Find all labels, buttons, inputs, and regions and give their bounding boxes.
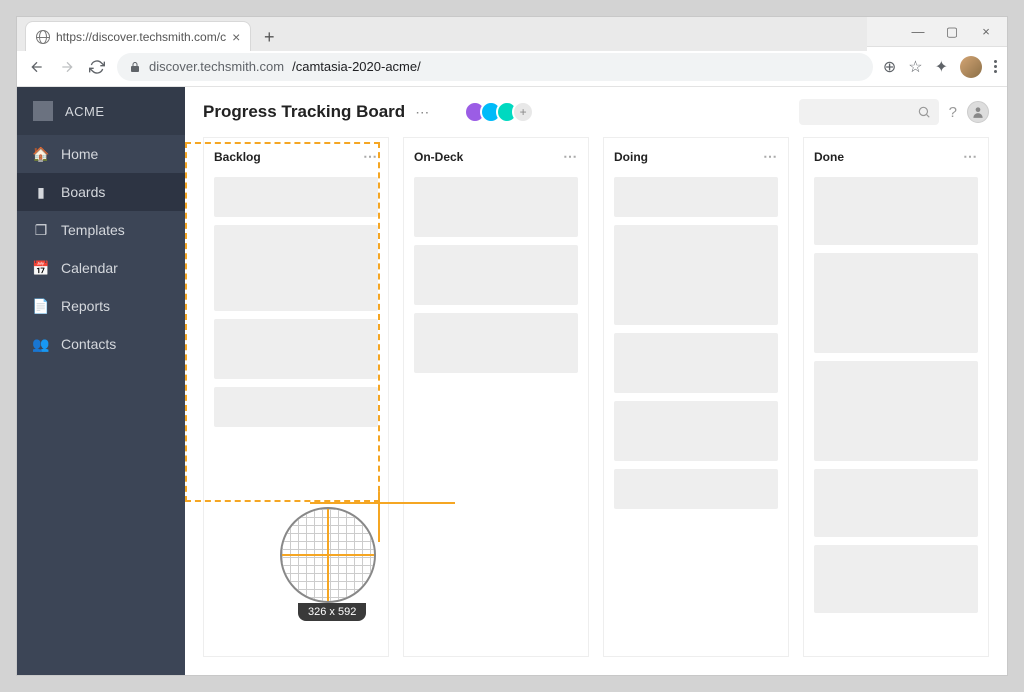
sidebar: ACME 🏠 Home ▮ Boards ❐ Templates 📅 Calen… xyxy=(17,87,185,675)
url-host: discover.techsmith.com xyxy=(149,59,284,74)
column-title: Doing xyxy=(614,150,648,164)
sidebar-item-label: Home xyxy=(61,146,98,162)
column-doing[interactable]: Doing ⋯ xyxy=(603,137,789,657)
card[interactable] xyxy=(214,387,378,427)
column-title: Done xyxy=(814,150,844,164)
sidebar-item-boards[interactable]: ▮ Boards xyxy=(17,173,185,211)
card[interactable] xyxy=(614,333,778,393)
column-title: On-Deck xyxy=(414,150,463,164)
card[interactable] xyxy=(814,177,978,245)
new-tab-button[interactable]: + xyxy=(255,23,283,51)
close-window-icon[interactable]: × xyxy=(969,17,1003,46)
close-tab-icon[interactable]: × xyxy=(232,29,240,45)
column-menu-icon[interactable]: ⋯ xyxy=(963,148,978,165)
sidebar-item-label: Reports xyxy=(61,298,110,314)
board-menu-icon[interactable]: ⋯ xyxy=(415,104,430,121)
card[interactable] xyxy=(414,245,578,305)
browser-menu-icon[interactable] xyxy=(994,60,997,73)
collaborators: + xyxy=(470,101,534,123)
sidebar-item-calendar[interactable]: 📅 Calendar xyxy=(17,249,185,287)
extensions-icon[interactable]: ✦ xyxy=(935,57,948,77)
add-collaborator-button[interactable]: + xyxy=(512,101,534,123)
minimize-icon[interactable]: — xyxy=(901,17,935,46)
card[interactable] xyxy=(614,177,778,217)
card[interactable] xyxy=(814,361,978,461)
sidebar-item-contacts[interactable]: 👥 Contacts xyxy=(17,325,185,363)
column-menu-icon[interactable]: ⋯ xyxy=(763,148,778,165)
contacts-icon: 👥 xyxy=(33,336,49,353)
calendar-icon: 📅 xyxy=(33,260,49,277)
maximize-icon[interactable]: ▢ xyxy=(935,17,969,46)
brand-logo-icon xyxy=(33,101,53,121)
column-ondeck[interactable]: On-Deck ⋯ xyxy=(403,137,589,657)
search-input[interactable] xyxy=(799,99,939,125)
card[interactable] xyxy=(814,545,978,613)
card[interactable] xyxy=(414,177,578,237)
brand-name: ACME xyxy=(65,104,105,119)
help-icon[interactable]: ? xyxy=(949,104,957,121)
dimensions-label: 326 x 592 xyxy=(298,603,366,621)
sidebar-item-label: Contacts xyxy=(61,336,116,352)
user-icon[interactable] xyxy=(967,101,989,123)
url-field[interactable]: discover.techsmith.com/camtasia-2020-acm… xyxy=(117,53,873,81)
reload-icon[interactable] xyxy=(87,57,107,77)
board-title: Progress Tracking Board xyxy=(203,102,405,122)
card[interactable] xyxy=(214,319,378,379)
kanban-board: Backlog ⋯ On-Deck ⋯ Doing ⋯ xyxy=(185,137,1007,675)
tab-strip: https://discover.techsmith.com/c × + xyxy=(17,17,867,51)
lock-icon xyxy=(129,61,141,73)
address-bar: discover.techsmith.com/camtasia-2020-acm… xyxy=(17,47,1007,87)
card[interactable] xyxy=(614,225,778,325)
sidebar-item-label: Templates xyxy=(61,222,125,238)
column-title: Backlog xyxy=(214,150,261,164)
column-menu-icon[interactable]: ⋯ xyxy=(363,148,378,165)
brand-header[interactable]: ACME xyxy=(17,87,185,135)
search-icon xyxy=(917,105,931,119)
card[interactable] xyxy=(414,313,578,373)
card[interactable] xyxy=(614,469,778,509)
reports-icon: 📄 xyxy=(33,298,49,315)
card[interactable] xyxy=(614,401,778,461)
forward-icon[interactable] xyxy=(57,57,77,77)
app-content: ACME 🏠 Home ▮ Boards ❐ Templates 📅 Calen… xyxy=(17,87,1007,675)
boards-icon: ▮ xyxy=(33,184,49,201)
card[interactable] xyxy=(814,253,978,353)
url-path: /camtasia-2020-acme/ xyxy=(292,59,421,74)
board-topbar: Progress Tracking Board ⋯ + ? xyxy=(185,87,1007,137)
main-pane: Progress Tracking Board ⋯ + ? xyxy=(185,87,1007,675)
card[interactable] xyxy=(214,177,378,217)
sidebar-item-home[interactable]: 🏠 Home xyxy=(17,135,185,173)
back-icon[interactable] xyxy=(27,57,47,77)
home-icon: 🏠 xyxy=(33,146,49,163)
globe-icon xyxy=(36,30,50,44)
star-icon[interactable]: ☆ xyxy=(908,57,922,77)
tab-title: https://discover.techsmith.com/c xyxy=(56,30,226,44)
column-done[interactable]: Done ⋯ xyxy=(803,137,989,657)
card[interactable] xyxy=(814,469,978,537)
sidebar-item-reports[interactable]: 📄 Reports xyxy=(17,287,185,325)
zoom-icon[interactable]: ⊕ xyxy=(883,57,896,77)
sidebar-item-label: Boards xyxy=(61,184,105,200)
profile-avatar-icon[interactable] xyxy=(960,56,982,78)
sidebar-item-templates[interactable]: ❐ Templates xyxy=(17,211,185,249)
sidebar-item-label: Calendar xyxy=(61,260,118,276)
toolbar-right: ⊕ ☆ ✦ xyxy=(883,56,997,78)
card[interactable] xyxy=(214,225,378,311)
magnifier-icon xyxy=(280,507,376,603)
browser-window: https://discover.techsmith.com/c × + — ▢… xyxy=(16,16,1008,676)
browser-tab[interactable]: https://discover.techsmith.com/c × xyxy=(25,21,251,51)
templates-icon: ❐ xyxy=(33,222,49,239)
column-menu-icon[interactable]: ⋯ xyxy=(563,148,578,165)
